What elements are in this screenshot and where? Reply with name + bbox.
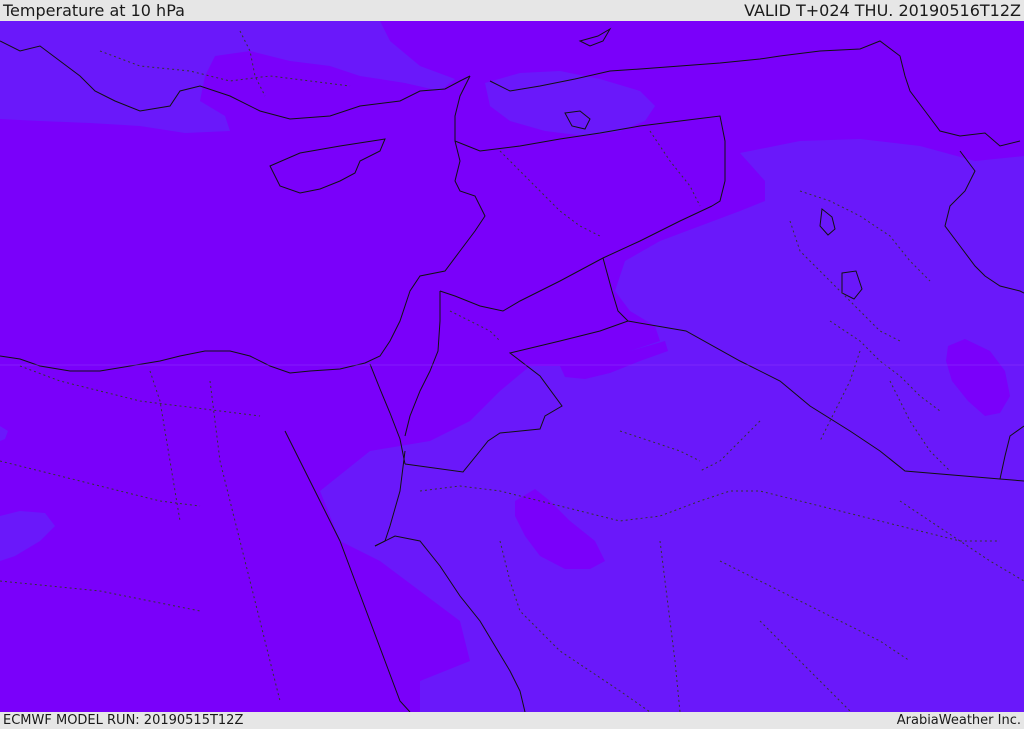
- map-frame: Temperature at 10 hPa VALID T+024 THU. 2…: [0, 0, 1024, 729]
- valid-time: VALID T+024 THU. 20190516T12Z: [744, 1, 1021, 20]
- model-run: ECMWF MODEL RUN: 20190515T12Z: [3, 713, 244, 728]
- map-canvas[interactable]: [0, 21, 1024, 712]
- map-footer: ECMWF MODEL RUN: 20190515T12Z ArabiaWeat…: [0, 712, 1024, 729]
- map-svg: [0, 21, 1024, 712]
- credit: ArabiaWeather Inc.: [896, 713, 1021, 728]
- map-header: Temperature at 10 hPa VALID T+024 THU. 2…: [0, 0, 1024, 21]
- map-title: Temperature at 10 hPa: [3, 1, 185, 20]
